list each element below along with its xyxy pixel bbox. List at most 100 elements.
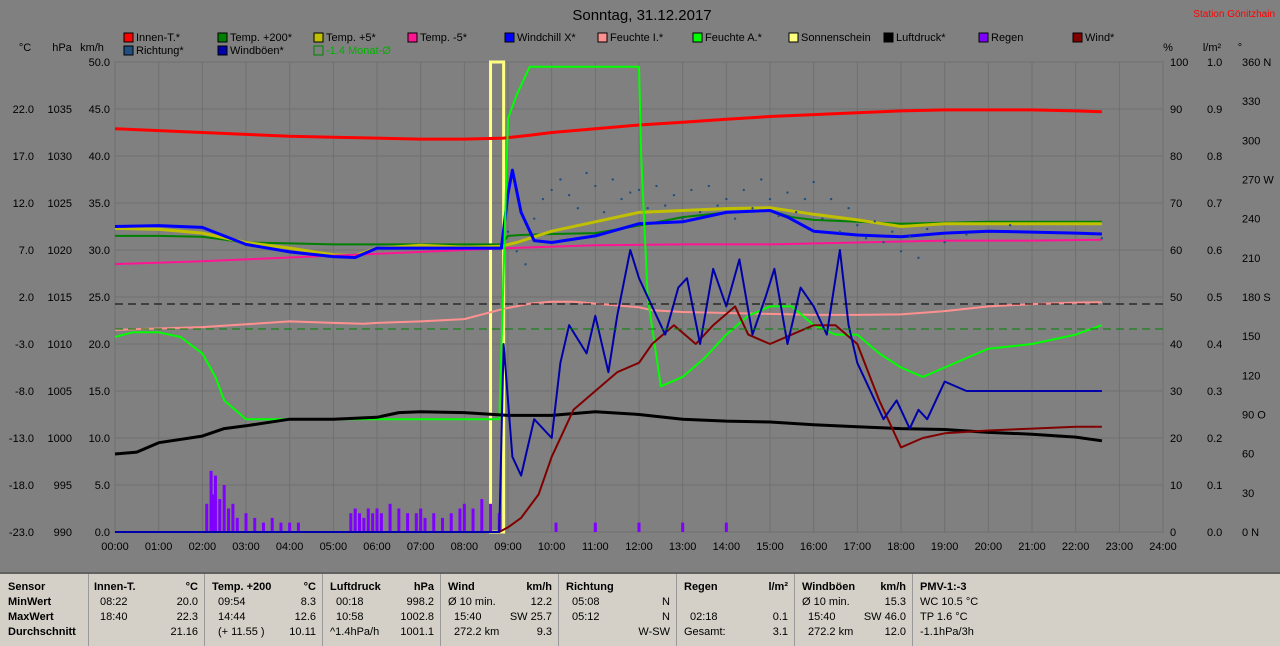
direction-point <box>943 240 946 244</box>
unit-label: °C <box>19 42 31 54</box>
pct-tick-label: 10 <box>1170 480 1182 492</box>
stats-col-regen: Regen l/m² 02:18 0.1 Gesamt: 3.1 <box>676 574 795 646</box>
direction-point <box>506 230 510 233</box>
direction-point <box>786 191 789 194</box>
rain-tick-label: 0.7 <box>1207 198 1222 210</box>
rain-bar <box>362 517 366 532</box>
deg-tick-label: 360 N <box>1242 57 1271 69</box>
direction-point <box>611 178 614 181</box>
unit-label: l/m² <box>1203 42 1222 54</box>
stats-temp200-unit: °C <box>303 581 316 593</box>
stats-table: Sensor MinWert MaxWert Durchschnitt Inne… <box>0 572 1280 646</box>
x-tick-label: 02:00 <box>189 541 217 553</box>
kmh-tick-label: 10.0 <box>89 433 110 445</box>
stats-col-wind: Wind km/h Ø 10 min. 12.2 15:40 SW 25.7 2… <box>440 574 559 646</box>
rain-bar <box>423 517 427 532</box>
pct-tick-label: 0 <box>1170 527 1176 539</box>
direction-point <box>602 210 606 214</box>
hpa-tick-label: 1010 <box>48 339 72 351</box>
legend-swatch <box>123 32 134 43</box>
hpa-tick-label: 990 <box>54 527 72 539</box>
stats-regen-unit: l/m² <box>768 581 788 593</box>
stats-windboeen-min-value: 15.3 <box>884 596 906 608</box>
stats-col-sensor: Sensor MinWert MaxWert Durchschnitt <box>0 574 89 646</box>
direction-point <box>821 217 824 220</box>
deg-tick-label: 30 <box>1242 488 1254 500</box>
legend-label: Richtung* <box>136 45 184 57</box>
pct-tick-label: 60 <box>1170 245 1182 257</box>
pct-tick-label: 80 <box>1170 151 1182 163</box>
unit-label: km/h <box>80 42 104 54</box>
direction-point <box>672 193 676 197</box>
rain-bar <box>288 522 292 532</box>
x-tick-label: 12:00 <box>625 541 653 553</box>
x-tick-label: 24:00 <box>1149 541 1177 553</box>
legend-label: Windchill X* <box>517 32 576 44</box>
kmh-tick-label: 0.0 <box>95 527 110 539</box>
stats-min-label: MinWert <box>8 596 52 608</box>
direction-point <box>899 250 903 253</box>
temp-tick-label: -13.0 <box>9 433 34 445</box>
rain-bar <box>205 503 209 532</box>
x-tick-label: 17:00 <box>844 541 872 553</box>
stats-wind-avg-value: 9.3 <box>536 626 552 638</box>
legend-swatch <box>504 32 515 43</box>
rain-bar <box>681 522 685 532</box>
stats-regen-max-value: 0.1 <box>772 611 788 623</box>
x-tick-label: 22:00 <box>1062 541 1090 553</box>
direction-point <box>891 230 894 233</box>
rain-bar <box>471 508 475 532</box>
stats-innen-min-value: 20.0 <box>176 596 198 608</box>
deg-tick-label: 300 <box>1242 135 1260 147</box>
rain-bar <box>724 522 728 532</box>
rain-bar <box>296 522 300 532</box>
rain-bar <box>375 508 379 532</box>
pct-tick-label: 90 <box>1170 104 1182 116</box>
hpa-tick-label: 1025 <box>48 198 72 210</box>
legend-label: Regen <box>991 32 1023 44</box>
kmh-tick-label: 45.0 <box>89 104 110 116</box>
rain-bar <box>366 508 370 532</box>
x-tick-label: 09:00 <box>494 541 522 553</box>
legend-label: -1.4 Monat-Ø <box>326 45 391 57</box>
direction-point <box>873 220 876 223</box>
direction-point <box>681 217 684 220</box>
rain-bar <box>388 503 392 532</box>
pct-tick-label: 20 <box>1170 433 1182 445</box>
direction-point <box>594 184 597 188</box>
legend-swatch <box>217 32 228 43</box>
rain-bar <box>213 475 217 532</box>
rain-tick-label: 0.8 <box>1207 151 1222 163</box>
direction-point <box>751 207 754 210</box>
rain-bar <box>261 522 265 532</box>
direction-point <box>803 197 807 201</box>
x-tick-label: 19:00 <box>931 541 959 553</box>
direction-point <box>637 188 641 192</box>
x-tick-label: 21:00 <box>1018 541 1046 553</box>
kmh-tick-label: 50.0 <box>89 57 110 69</box>
stats-richtung-max-value: N <box>662 611 670 623</box>
legend-label: Innen-T.* <box>136 32 181 44</box>
stats-wind-unit: km/h <box>526 581 552 593</box>
rain-tick-label: 0.1 <box>1207 480 1222 492</box>
direction-point <box>664 204 667 207</box>
stats-temp200-max-value: 12.6 <box>294 611 316 623</box>
stats-sensor-title: Sensor <box>8 581 46 593</box>
x-tick-label: 11:00 <box>582 541 609 553</box>
deg-tick-label: 120 <box>1242 370 1260 382</box>
legend-swatch <box>597 32 608 43</box>
kmh-tick-label: 30.0 <box>89 245 110 257</box>
station-name: Station Gönitzhain <box>1193 9 1275 20</box>
pct-tick-label: 50 <box>1170 292 1182 304</box>
stats-windboeen-unit: km/h <box>880 581 906 593</box>
x-tick-label: 06:00 <box>363 541 391 553</box>
direction-point <box>524 263 527 266</box>
x-tick-label: 23:00 <box>1106 541 1134 553</box>
unit-label: % <box>1163 42 1173 54</box>
direction-point <box>698 210 702 214</box>
legend-label: Temp. +200* <box>230 32 293 44</box>
stats-richtung-min-value: N <box>662 596 670 608</box>
rain-bar <box>449 513 453 532</box>
x-tick-label: 13:00 <box>669 541 697 553</box>
rain-bar <box>489 503 493 532</box>
